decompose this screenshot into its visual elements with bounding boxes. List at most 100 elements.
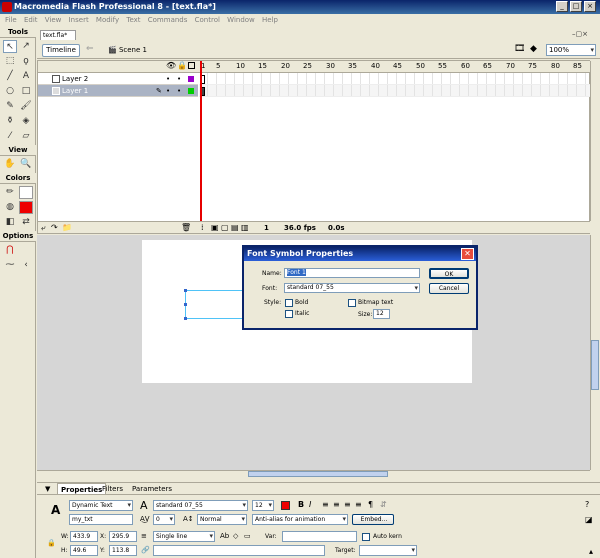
fill-color-swatch[interactable]: [19, 201, 33, 214]
italic-checkbox[interactable]: [285, 310, 293, 318]
minimize-button[interactable]: _: [556, 1, 568, 12]
paint-bucket-tool-icon[interactable]: ◈: [19, 115, 33, 128]
edit-scene-icon[interactable]: 🎞: [514, 44, 525, 54]
line-tool-icon[interactable]: ╱: [3, 70, 17, 83]
embed-button[interactable]: Embed...: [352, 514, 394, 525]
hscroll-thumb[interactable]: [248, 471, 388, 477]
cancel-button[interactable]: Cancel: [429, 283, 469, 294]
lasso-tool-icon[interactable]: ϙ: [19, 55, 33, 68]
stroke-color-icon[interactable]: ✏: [3, 186, 17, 199]
paragraph-icon[interactable]: ¶: [368, 500, 373, 509]
smooth-icon[interactable]: ⁓: [3, 259, 17, 272]
italic-icon[interactable]: I: [309, 500, 311, 509]
selectable-icon[interactable]: Ab: [220, 532, 229, 541]
straighten-icon[interactable]: ‹: [19, 259, 33, 272]
brush-tool-icon[interactable]: 🖌: [19, 100, 33, 113]
timeline-toggle-button[interactable]: Timeline: [42, 44, 80, 57]
menu-control[interactable]: Control: [195, 16, 220, 24]
eye-icon[interactable]: 👁: [166, 61, 176, 70]
menu-modify[interactable]: Modify: [96, 16, 119, 24]
zoom-select[interactable]: 100%: [546, 44, 596, 56]
frame-ruler[interactable]: 1 5 10 15 20 25 30 35 40 45 50 55 60 65 …: [198, 61, 590, 73]
size-input[interactable]: 12: [373, 309, 390, 319]
width-input[interactable]: 433.9: [70, 531, 98, 542]
selection-tool-icon[interactable]: ↖: [3, 40, 17, 53]
lock-dot[interactable]: •: [177, 85, 181, 97]
frame-row-layer-1[interactable]: [199, 85, 590, 97]
antialias-select[interactable]: Anti-alias for animation: [252, 514, 348, 525]
menu-edit[interactable]: Edit: [24, 16, 38, 24]
bold-checkbox[interactable]: [285, 299, 293, 307]
center-frame-icon[interactable]: ⁞: [201, 223, 204, 232]
swap-colors-icon[interactable]: ⇄: [19, 216, 33, 229]
show-border-icon[interactable]: ▭: [244, 532, 251, 541]
align-left-icon[interactable]: ≡: [322, 500, 329, 509]
align-right-icon[interactable]: ≡: [344, 500, 351, 509]
zoom-tool-icon[interactable]: 🔍: [19, 158, 33, 171]
maximize-button[interactable]: □: [570, 1, 582, 12]
timeline-vscroll[interactable]: [590, 61, 600, 221]
align-center-icon[interactable]: ≡: [333, 500, 340, 509]
eyedropper-tool-icon[interactable]: ⁄: [3, 130, 17, 143]
ok-button[interactable]: OK: [429, 268, 469, 279]
x-input[interactable]: 295.9: [109, 531, 137, 542]
dialog-close-icon[interactable]: ✕: [461, 248, 474, 260]
bold-icon[interactable]: B: [298, 500, 304, 509]
onion-skin-outlines-icon[interactable]: ▢: [221, 223, 229, 232]
oval-tool-icon[interactable]: ○: [3, 85, 17, 98]
menu-file[interactable]: File: [5, 16, 17, 24]
y-input[interactable]: 113.8: [109, 545, 137, 556]
eraser-tool-icon[interactable]: ▱: [19, 130, 33, 143]
text-type-select[interactable]: Dynamic Text: [69, 500, 133, 511]
edit-multiple-frames-icon[interactable]: ▤: [231, 223, 239, 232]
menu-commands[interactable]: Commands: [148, 16, 188, 24]
font-select[interactable]: standard 07_55: [284, 283, 420, 293]
baseline-select[interactable]: Normal: [197, 514, 247, 525]
close-window-button[interactable]: ×: [584, 1, 596, 12]
name-input[interactable]: Font 1: [284, 268, 420, 278]
help-icon[interactable]: ?: [585, 500, 589, 509]
insert-layer-icon[interactable]: ⤶: [41, 223, 45, 233]
render-html-icon[interactable]: ◇: [233, 532, 238, 541]
back-arrow-icon[interactable]: ⇐: [86, 44, 94, 54]
collapse-panel-icon[interactable]: ▴: [589, 547, 593, 556]
lock-dot[interactable]: •: [177, 73, 181, 85]
subselection-tool-icon[interactable]: ↗: [19, 40, 33, 53]
orientation-icon[interactable]: ⇵: [380, 500, 387, 509]
menu-window[interactable]: Window: [227, 16, 255, 24]
rectangle-tool-icon[interactable]: □: [19, 85, 33, 98]
bitmap-text-checkbox[interactable]: [348, 299, 356, 307]
font-family-select[interactable]: standard 07_55: [153, 500, 248, 511]
edit-symbols-icon[interactable]: ◆: [530, 44, 537, 54]
insert-folder-icon[interactable]: 📁: [62, 223, 72, 232]
resize-handle[interactable]: [184, 317, 187, 320]
font-size-select[interactable]: 12: [252, 500, 274, 511]
outline-color-swatch[interactable]: [188, 88, 194, 94]
black-white-icon[interactable]: ◧: [3, 216, 17, 229]
panel-options-icon[interactable]: ◪: [585, 515, 593, 524]
menu-text[interactable]: Text: [126, 16, 140, 24]
visibility-dot[interactable]: •: [166, 85, 170, 97]
document-tab[interactable]: text.fla*: [40, 30, 76, 40]
lock-icon[interactable]: 🔒: [177, 61, 187, 70]
text-tool-icon[interactable]: A: [19, 70, 33, 83]
scene-breadcrumb[interactable]: 🎬 Scene 1: [108, 44, 147, 57]
letter-spacing-select[interactable]: 0: [153, 514, 175, 525]
resize-handle[interactable]: [184, 303, 187, 306]
var-input[interactable]: [282, 531, 357, 542]
lock-proportions-icon[interactable]: 🔒: [47, 539, 56, 548]
menu-view[interactable]: View: [45, 16, 62, 24]
hand-tool-icon[interactable]: ✋: [3, 158, 17, 171]
restore-doc-icon[interactable]: –▢×: [572, 30, 588, 38]
height-input[interactable]: 49.6: [70, 545, 98, 556]
instance-name-input[interactable]: my_txt: [69, 514, 133, 525]
visibility-dot[interactable]: •: [166, 73, 170, 85]
justify-icon[interactable]: ≡: [355, 500, 362, 509]
ink-bottle-tool-icon[interactable]: ⚱: [3, 115, 17, 128]
layer-row-1[interactable]: Layer 1 ✎ • •: [38, 85, 198, 97]
fill-color-icon[interactable]: ◍: [3, 201, 17, 214]
menu-help[interactable]: Help: [262, 16, 278, 24]
onion-skin-icon[interactable]: ▣: [211, 223, 219, 232]
outline-color-swatch[interactable]: [188, 76, 194, 82]
free-transform-tool-icon[interactable]: ⬚: [3, 55, 17, 68]
